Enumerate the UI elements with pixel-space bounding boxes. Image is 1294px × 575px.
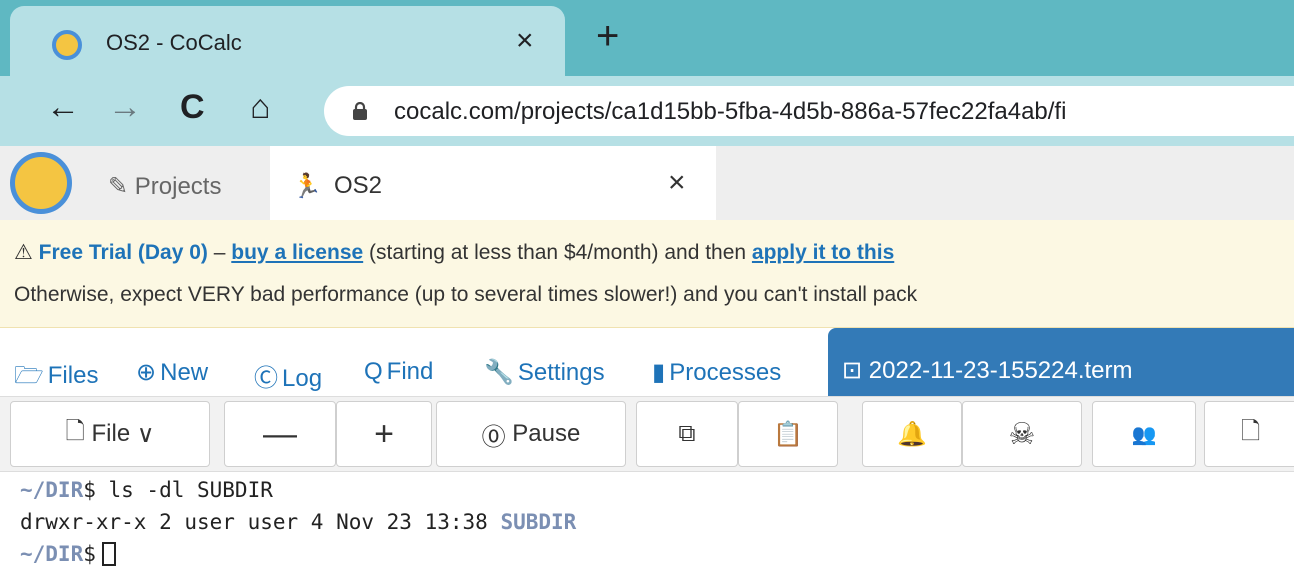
directory-name: SUBDIR (500, 510, 577, 534)
back-button[interactable]: ← (46, 90, 80, 124)
processes-icon: ▮ (652, 359, 666, 386)
chevron-down-icon: ∨ (136, 420, 155, 448)
prompt-path: ~/DIR (20, 542, 84, 566)
browser-tab-title: OS2 - CoCalc (106, 30, 242, 55)
close-tab-icon[interactable]: × (516, 26, 534, 56)
bell-button[interactable]: 🔔 (862, 401, 962, 467)
command-text: $ ls -dl SUBDIR (83, 478, 273, 502)
copy-button[interactable]: ⧉ (636, 401, 738, 467)
reload-button[interactable]: C (180, 90, 205, 124)
folder-icon: 🗁 (14, 362, 44, 389)
settings-label: Settings (517, 359, 605, 386)
terminal-file-tab[interactable]: ⊡ 2022-11-23-155224.term (828, 328, 1294, 396)
pause-icon: ⓪ (481, 423, 506, 451)
bell-icon: 🔔 (897, 420, 927, 448)
users-icon: 👥 (1131, 423, 1157, 446)
increase-font-button[interactable]: + (336, 401, 432, 467)
cocalc-top-nav: ✎ Projects 🏃 OS2 × (0, 146, 1294, 220)
processes-button[interactable]: ▮ Processes (652, 358, 781, 387)
trial-label: Free Trial (Day 0) (38, 241, 208, 264)
output-text: drwxr-xr-x 2 user user 4 Nov 23 13:38 (20, 510, 501, 534)
terminal-line: ~/DIR$ (20, 542, 116, 566)
find-button[interactable]: Q Find (364, 358, 433, 386)
log-button[interactable]: Ⓒ Log (254, 358, 322, 393)
free-trial-banner: ⚠ Free Trial (Day 0) – buy a license (st… (0, 220, 1294, 328)
terminal-toolbar: 🗋 File ∨ — + ⓪ Pause ⧉ 📋 🔔 ☠ 👥 🗋 (0, 396, 1294, 472)
close-project-tab-icon[interactable]: × (668, 168, 686, 198)
processes-label: Processes (669, 359, 782, 386)
project-toolbar: 🗁 Files ⊕ New Ⓒ Log Q Find 🔧 Settings ▮ Proces… (0, 328, 1294, 396)
new-tab-button[interactable]: + (596, 16, 619, 56)
prompt-symbol: $ (83, 542, 96, 566)
prompt-path: ~/DIR (20, 478, 84, 502)
banner-mid-text: (starting at less than $4/month) and the… (363, 241, 752, 264)
find-label: Find (386, 358, 434, 385)
terminal-line: drwxr-xr-x 2 user user 4 Nov 23 13:38 SU… (20, 510, 576, 534)
pause-label: Pause (512, 420, 581, 447)
paste-button[interactable]: 📋 (738, 401, 838, 467)
paste-icon: 📋 (773, 420, 803, 448)
search-icon: Q (364, 358, 383, 385)
home-button[interactable]: ⌂ (250, 90, 271, 124)
wrench-icon: 🔧 (484, 359, 514, 386)
browser-toolbar: ← → C ⌂ cocalc.com/projects/ca1d15bb-5fb… (0, 76, 1294, 146)
project-tab-label: OS2 (334, 172, 383, 199)
file-menu-label: File (91, 420, 131, 447)
buy-license-link[interactable]: buy a license (231, 241, 363, 264)
pause-button[interactable]: ⓪ Pause (436, 401, 626, 467)
kill-button[interactable]: ☠ (962, 401, 1082, 467)
banner-dash: – (207, 241, 232, 264)
save-button[interactable]: 🗋 (1204, 401, 1294, 467)
terminal-output[interactable]: ~/DIR$ ls -dl SUBDIR drwxr-xr-x 2 user u… (0, 472, 1294, 575)
banner-line-1: ⚠ Free Trial (Day 0) – buy a license (st… (14, 240, 894, 265)
decrease-font-button[interactable]: — (224, 401, 336, 467)
plus-circle-icon: ⊕ (136, 359, 157, 386)
terminal-line: ~/DIR$ ls -dl SUBDIR (20, 478, 273, 502)
new-button[interactable]: ⊕ New (136, 358, 208, 387)
new-label: New (160, 359, 209, 386)
file-icon: 🗋 (65, 417, 85, 445)
banner-line-2: Otherwise, expect VERY bad performance (… (14, 283, 918, 306)
browser-tab[interactable]: OS2 - CoCalc × (10, 6, 565, 76)
log-label: Log (282, 365, 323, 392)
apply-license-link[interactable]: apply it to this (752, 241, 894, 264)
files-label: Files (47, 362, 99, 389)
copy-icon: ⧉ (678, 420, 696, 447)
cocalc-favicon-icon (52, 30, 82, 60)
file-tab-name: 2022-11-23-155224.term (868, 357, 1133, 384)
forward-button[interactable]: → (108, 90, 142, 124)
terminal-cursor (101, 542, 116, 566)
running-icon: 🏃 (292, 173, 322, 200)
url-text: cocalc.com/projects/ca1d15bb-5fba-4d5b-8… (394, 98, 1067, 125)
browser-tab-strip: OS2 - CoCalc × + (0, 0, 1294, 76)
file-menu-button[interactable]: 🗋 File ∨ (10, 401, 210, 467)
history-icon: Ⓒ (254, 365, 278, 392)
settings-button[interactable]: 🔧 Settings (484, 358, 605, 387)
skull-icon: ☠ (1008, 417, 1036, 451)
lock-icon (353, 102, 367, 120)
save-icon: 🗋 (1241, 417, 1261, 445)
project-tab-os2[interactable]: 🏃 OS2 × (270, 146, 716, 220)
pencil-icon: ✎ (108, 173, 129, 200)
file-tab-label: ⊡ 2022-11-23-155224.term (842, 356, 1133, 385)
warning-icon: ⚠ (14, 241, 33, 264)
projects-label: Projects (134, 173, 222, 200)
cocalc-logo-icon[interactable] (10, 152, 72, 214)
kick-users-button[interactable]: 👥 (1092, 401, 1196, 467)
files-button[interactable]: 🗁 Files (14, 358, 98, 399)
address-bar[interactable]: cocalc.com/projects/ca1d15bb-5fba-4d5b-8… (324, 86, 1294, 136)
projects-link[interactable]: ✎ Projects (108, 172, 221, 201)
terminal-icon: ⊡ (842, 357, 863, 384)
